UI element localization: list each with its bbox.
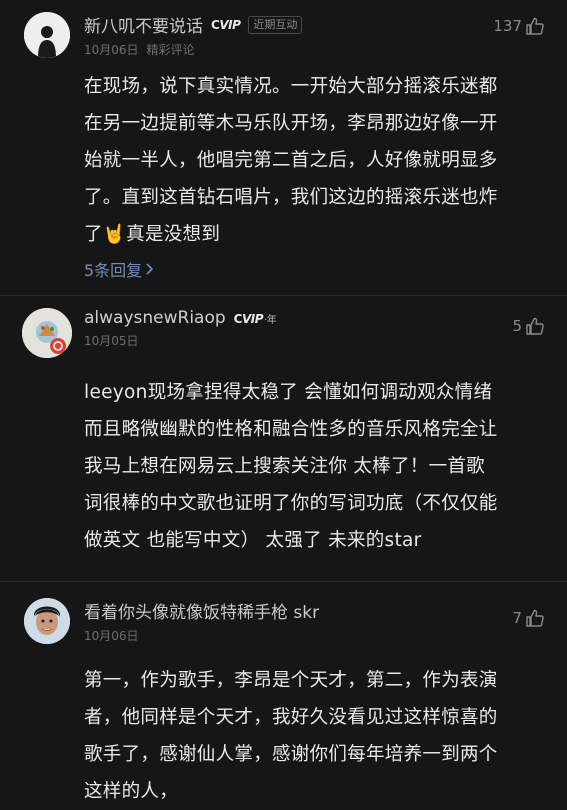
like-button[interactable]: 5: [512, 316, 545, 336]
line-text: 了: [84, 224, 103, 245]
like-count: 5: [512, 317, 522, 335]
like-button[interactable]: 7: [512, 608, 545, 628]
comment-text: 在现场，说下真实情况。一开始大部分摇滚乐迷都 在另一边提前等木马乐队开场，李昂那…: [84, 68, 545, 253]
avatar-silhouette-icon: [24, 12, 70, 58]
recent-interaction-tag: 近期互动: [248, 15, 303, 34]
username[interactable]: 新八叽不要说话: [84, 12, 203, 37]
comment-line: 歌手了，感谢仙人掌，感谢你们每年培养一到两个: [84, 744, 498, 765]
vip-badge: CVIP·年: [233, 311, 277, 326]
comment-line: 了🤘真是没想到: [84, 216, 545, 253]
username[interactable]: 看着你头像就像饭特稀手枪 skr: [84, 598, 319, 623]
comment-line: 第一，作为歌手，李昂是个天才，第二，作为表演: [84, 670, 498, 691]
like-count: 7: [512, 609, 522, 627]
comment-line: leeyon现场拿捏得太稳了 会懂如何调动观众情绪: [84, 382, 493, 403]
comment-line: 词很棒的中文歌也证明了你的写词功底（不仅仅能: [84, 493, 498, 514]
comment-date: 10月06日: [84, 629, 139, 643]
comment-line: 而且略微幽默的性格和融合性多的音乐风格完全让: [84, 419, 498, 440]
avatar-portrait-icon: [24, 598, 70, 644]
line-text: 真是没想到: [126, 224, 221, 245]
comment-header: 新八叽不要说话 CVIP 近期互动 10月06日 精彩评论: [84, 12, 545, 64]
comment-meta: 10月05日: [84, 332, 545, 349]
comment-line: 始就一半人，他唱完第二首之后，人好像就明显多: [84, 150, 498, 171]
comment-line: 者，他同样是个天才，我好久没看见过这样惊喜的: [84, 707, 498, 728]
name-row: 看着你头像就像饭特稀手枪 skr: [84, 598, 545, 623]
comment-header: alwaysnewRiaop CVIP·年 10月05日: [84, 308, 545, 360]
name-row: 新八叽不要说话 CVIP 近期互动: [84, 12, 545, 37]
view-replies-link[interactable]: 5条回复: [84, 257, 156, 281]
comment-date: 10月06日: [84, 43, 139, 57]
avatar[interactable]: [24, 598, 70, 644]
comment-header: 看着你头像就像饭特稀手枪 skr 10月06日: [84, 598, 545, 650]
comment-line: 了。直到这首钻石唱片，我们这边的摇滚乐迷也炸: [84, 187, 498, 208]
chevron-right-icon: [146, 263, 154, 275]
comment-text: 第一，作为歌手，李昂是个天才，第二，作为表演 者，他同样是个天才，我好久没看见过…: [84, 662, 545, 810]
comment-meta: 10月06日: [84, 627, 545, 644]
comment-text: leeyon现场拿捏得太稳了 会懂如何调动观众情绪 而且略微幽默的性格和融合性多…: [84, 374, 545, 559]
comment-line: 做英文 也能写中文） 太强了 未来的star: [84, 530, 422, 551]
thumbs-up-icon: [526, 609, 544, 627]
vip-badge: CVIP: [211, 17, 241, 32]
like-button[interactable]: 137: [493, 16, 545, 36]
comment-meta: 10月06日 精彩评论: [84, 41, 545, 58]
replies-label: 5条回复: [84, 261, 143, 280]
comment-line: 这样的人，: [84, 781, 179, 802]
comment-line: 在另一边提前等木马乐队开场，李昂那边好像一开: [84, 113, 498, 134]
comment-item: 新八叽不要说话 CVIP 近期互动 10月06日 精彩评论 137 在现场，说下真…: [0, 0, 567, 281]
comment-date: 10月05日: [84, 334, 139, 348]
avatar-illustration-icon: [22, 308, 72, 358]
avatar[interactable]: [22, 308, 72, 358]
rock-hand-emoji: 🤘: [102, 224, 127, 245]
comment-item: 看着你头像就像饭特稀手枪 skr 10月06日 7 第一，作为歌手，李昂是个天才…: [0, 582, 567, 810]
like-count: 137: [493, 17, 522, 35]
avatar[interactable]: [24, 12, 70, 58]
comment-line: 我马上想在网易云上搜索关注你 太棒了！一首歌: [84, 456, 485, 477]
username[interactable]: alwaysnewRiaop: [84, 308, 226, 328]
comment-subtitle: 精彩评论: [146, 43, 195, 57]
name-row: alwaysnewRiaop CVIP·年: [84, 308, 545, 328]
thumbs-up-icon: [526, 317, 544, 335]
comment-line: 在现场，说下真实情况。一开始大部分摇滚乐迷都: [84, 76, 498, 97]
thumbs-up-icon: [526, 17, 544, 35]
comment-item: alwaysnewRiaop CVIP·年 10月05日 5 leeyon现场拿…: [0, 296, 567, 559]
